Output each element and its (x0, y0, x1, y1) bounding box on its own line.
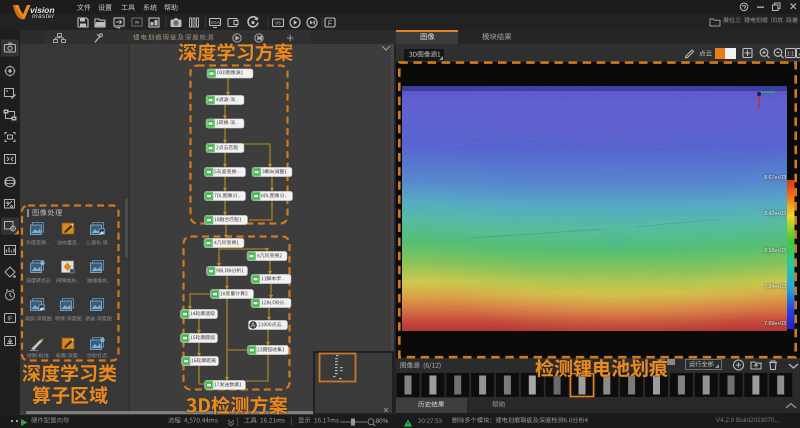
svg-text:F: F (328, 20, 332, 27)
svg-text:1:1: 1:1 (787, 52, 795, 58)
svg-text:IF: IF (7, 317, 13, 323)
svg-text:A: A (251, 323, 255, 329)
svg-text:vs: vs (275, 21, 281, 27)
svg-text:VGA: VGA (210, 20, 220, 25)
